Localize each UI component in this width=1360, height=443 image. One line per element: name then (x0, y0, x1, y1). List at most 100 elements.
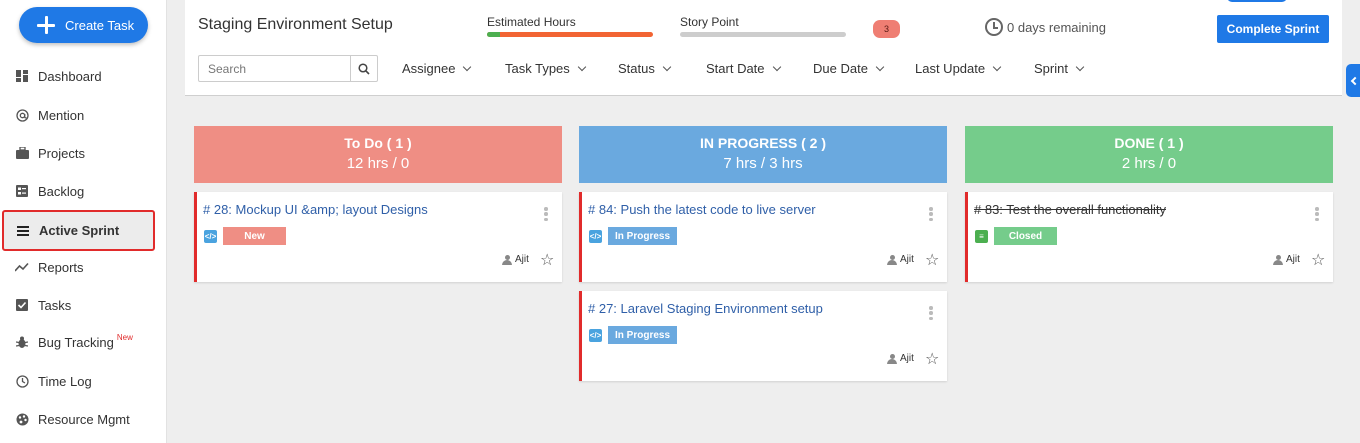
filter-status[interactable]: Status (618, 61, 672, 76)
sidebar-item-label: Resource Mgmt (38, 411, 130, 427)
sidebar-item-label: Dashboard (38, 68, 102, 84)
filter-label: Status (618, 61, 655, 76)
filter-start-date[interactable]: Start Date (706, 61, 781, 76)
days-remaining-text: 0 days remaining (1007, 19, 1106, 35)
user-icon (887, 353, 897, 364)
code-icon: </> (589, 329, 602, 342)
sidebar-item-dashboard[interactable]: Dashboard (0, 57, 166, 95)
filter-label: Due Date (813, 61, 868, 76)
filter-assignee[interactable]: Assignee (402, 61, 472, 76)
dashboard-icon (15, 69, 29, 83)
task-title-link[interactable]: # 27: Laravel Staging Environment setup (588, 301, 823, 316)
sidebar-item-label: Bug Tracking (38, 334, 114, 350)
document-icon: ≡ (975, 230, 988, 243)
filter-task-types[interactable]: Task Types (505, 61, 587, 76)
column-hours: 12 hrs / 0 (346, 155, 410, 172)
more-options-icon[interactable] (1315, 207, 1319, 221)
sidebar-item-label: Active Sprint (39, 223, 120, 238)
panel-toggle-button[interactable] (1346, 64, 1360, 97)
filter-label: Task Types (505, 61, 570, 76)
sidebar: Create Task Dashboard Mention Projects B… (0, 0, 167, 443)
clock-icon (985, 18, 1003, 36)
sidebar-item-active-sprint[interactable]: Active Sprint (2, 210, 155, 251)
top-tab[interactable] (1227, 0, 1287, 2)
sidebar-item-resource-mgmt[interactable]: Resource Mgmt (0, 400, 166, 438)
code-icon: </> (204, 230, 217, 243)
user-icon (887, 254, 897, 265)
chevron-down-icon (463, 62, 472, 71)
column-hours: 7 hrs / 3 hrs (723, 155, 803, 172)
trend-icon (15, 260, 29, 274)
chevron-down-icon (875, 62, 885, 71)
sidebar-item-backlog[interactable]: Backlog (0, 172, 166, 210)
status-badge: New (223, 227, 286, 245)
search-icon (358, 62, 370, 75)
sidebar-item-label: Mention (38, 107, 85, 123)
bug-icon (15, 335, 29, 349)
briefcase-icon (15, 146, 29, 160)
more-options-icon[interactable] (544, 207, 548, 221)
palette-icon (15, 412, 29, 426)
assignee-name: Ajit (515, 254, 529, 265)
star-icon[interactable]: ☆ (540, 250, 554, 270)
more-options-icon[interactable] (929, 306, 933, 320)
filter-label: Start Date (706, 61, 765, 76)
column-hours: 2 hrs / 0 (1121, 155, 1177, 172)
task-card[interactable]: # 84: Push the latest code to live serve… (579, 192, 947, 282)
task-card[interactable]: # 83: Test the overall functionality ≡ C… (965, 192, 1333, 282)
sprint-header: Staging Environment Setup Estimated Hour… (185, 0, 1342, 96)
sidebar-item-label: Time Log (38, 373, 92, 389)
search-input[interactable] (199, 56, 351, 81)
star-icon[interactable]: ☆ (1311, 250, 1325, 270)
filter-label: Sprint (1034, 61, 1068, 76)
status-badge: Closed (994, 227, 1057, 245)
sidebar-item-projects[interactable]: Projects (0, 134, 166, 172)
at-icon (15, 108, 29, 122)
create-task-label: Create Task (65, 17, 135, 33)
chevron-down-icon (992, 62, 1002, 71)
chevron-down-icon (577, 62, 587, 71)
column-header-todo: To Do ( 1 ) 12 hrs / 0 (194, 126, 562, 183)
column-title: To Do ( 1 ) (344, 135, 412, 151)
star-icon[interactable]: ☆ (925, 250, 939, 270)
chevron-down-icon (662, 62, 672, 71)
filter-sprint[interactable]: Sprint (1034, 61, 1085, 76)
column-header-in-progress: IN PROGRESS ( 2 ) 7 hrs / 3 hrs (579, 126, 947, 183)
create-task-button[interactable]: Create Task (19, 7, 148, 43)
sidebar-item-bug-tracking[interactable]: Bug Tracking New (0, 323, 166, 361)
sidebar-item-time-log[interactable]: Time Log (0, 362, 166, 400)
filter-last-update[interactable]: Last Update (915, 61, 1002, 76)
column-title: IN PROGRESS ( 2 ) (699, 135, 827, 151)
assignee-name: Ajit (1286, 254, 1300, 265)
status-badge: In Progress (608, 326, 678, 344)
sidebar-item-mention[interactable]: Mention (0, 96, 166, 134)
star-icon[interactable]: ☆ (925, 349, 939, 369)
task-card[interactable]: # 28: Mockup UI &amp; layout Designs </>… (194, 192, 562, 282)
task-title-link[interactable]: # 84: Push the latest code to live serve… (588, 202, 816, 217)
more-options-icon[interactable] (929, 207, 933, 221)
search-button[interactable] (350, 56, 377, 81)
estimated-hours-label: Estimated Hours (487, 15, 576, 29)
plus-icon (37, 16, 55, 34)
sidebar-item-tasks[interactable]: Tasks (0, 286, 166, 324)
filter-label: Last Update (915, 61, 986, 76)
filter-label: Assignee (402, 61, 456, 76)
status-badge: In Progress (608, 227, 678, 245)
clock-icon (15, 374, 29, 388)
chevron-down-icon (772, 62, 781, 71)
story-point-badge: 3 (873, 20, 900, 38)
chevron-down-icon (1075, 62, 1085, 71)
assignee: Ajit (887, 353, 914, 364)
task-title-link[interactable]: # 28: Mockup UI &amp; layout Designs (203, 202, 428, 217)
task-title-link[interactable]: # 83: Test the overall functionality (974, 202, 1166, 217)
estimated-hours-progress (487, 32, 653, 37)
menu-icon (16, 224, 30, 238)
sidebar-item-reports[interactable]: Reports (0, 248, 166, 286)
story-point-progress (680, 32, 846, 37)
assignee: Ajit (887, 254, 914, 265)
code-icon: </> (589, 230, 602, 243)
task-card[interactable]: # 27: Laravel Staging Environment setup … (579, 291, 947, 381)
complete-sprint-button[interactable]: Complete Sprint (1217, 15, 1329, 43)
filter-due-date[interactable]: Due Date (813, 61, 885, 76)
assignee-name: Ajit (900, 254, 914, 265)
